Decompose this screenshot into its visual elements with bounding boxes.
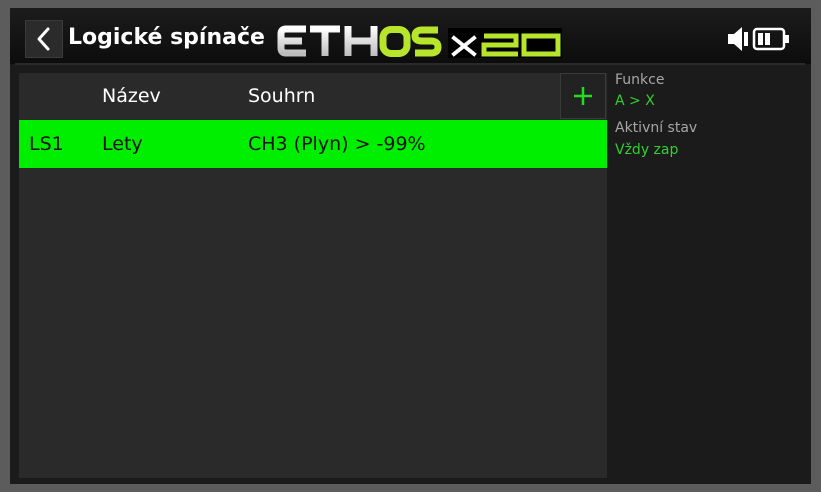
speaker-icon [728, 27, 748, 51]
battery-icon [752, 27, 789, 51]
active-state-value: Vždy zap [615, 142, 679, 158]
status-icons [728, 27, 789, 51]
function-label: Funkce [615, 72, 665, 88]
row-summary: CH3 (Plyn) > -99% [248, 133, 426, 155]
active-state-label: Aktivní stav [615, 120, 698, 136]
header-bar: Logické spínače [10, 8, 811, 64]
back-button[interactable] [25, 20, 63, 58]
add-button[interactable] [560, 73, 606, 119]
ethos-logo [277, 25, 442, 57]
function-value: A > X [615, 93, 655, 109]
row-name: Lety [102, 133, 143, 155]
plus-icon [574, 87, 592, 105]
page-title: Logické spínače [68, 25, 265, 50]
x20-logo [451, 33, 561, 57]
x20-badge [448, 28, 562, 58]
ethos-screen: Logické spínače Název Souhrn LS1 Lety CH… [10, 8, 811, 484]
row-id: LS1 [29, 133, 64, 155]
column-header-name: Název [102, 85, 161, 107]
header-divider [15, 63, 805, 65]
chevron-left-icon [37, 27, 50, 51]
column-header-summary: Souhrn [248, 85, 316, 107]
